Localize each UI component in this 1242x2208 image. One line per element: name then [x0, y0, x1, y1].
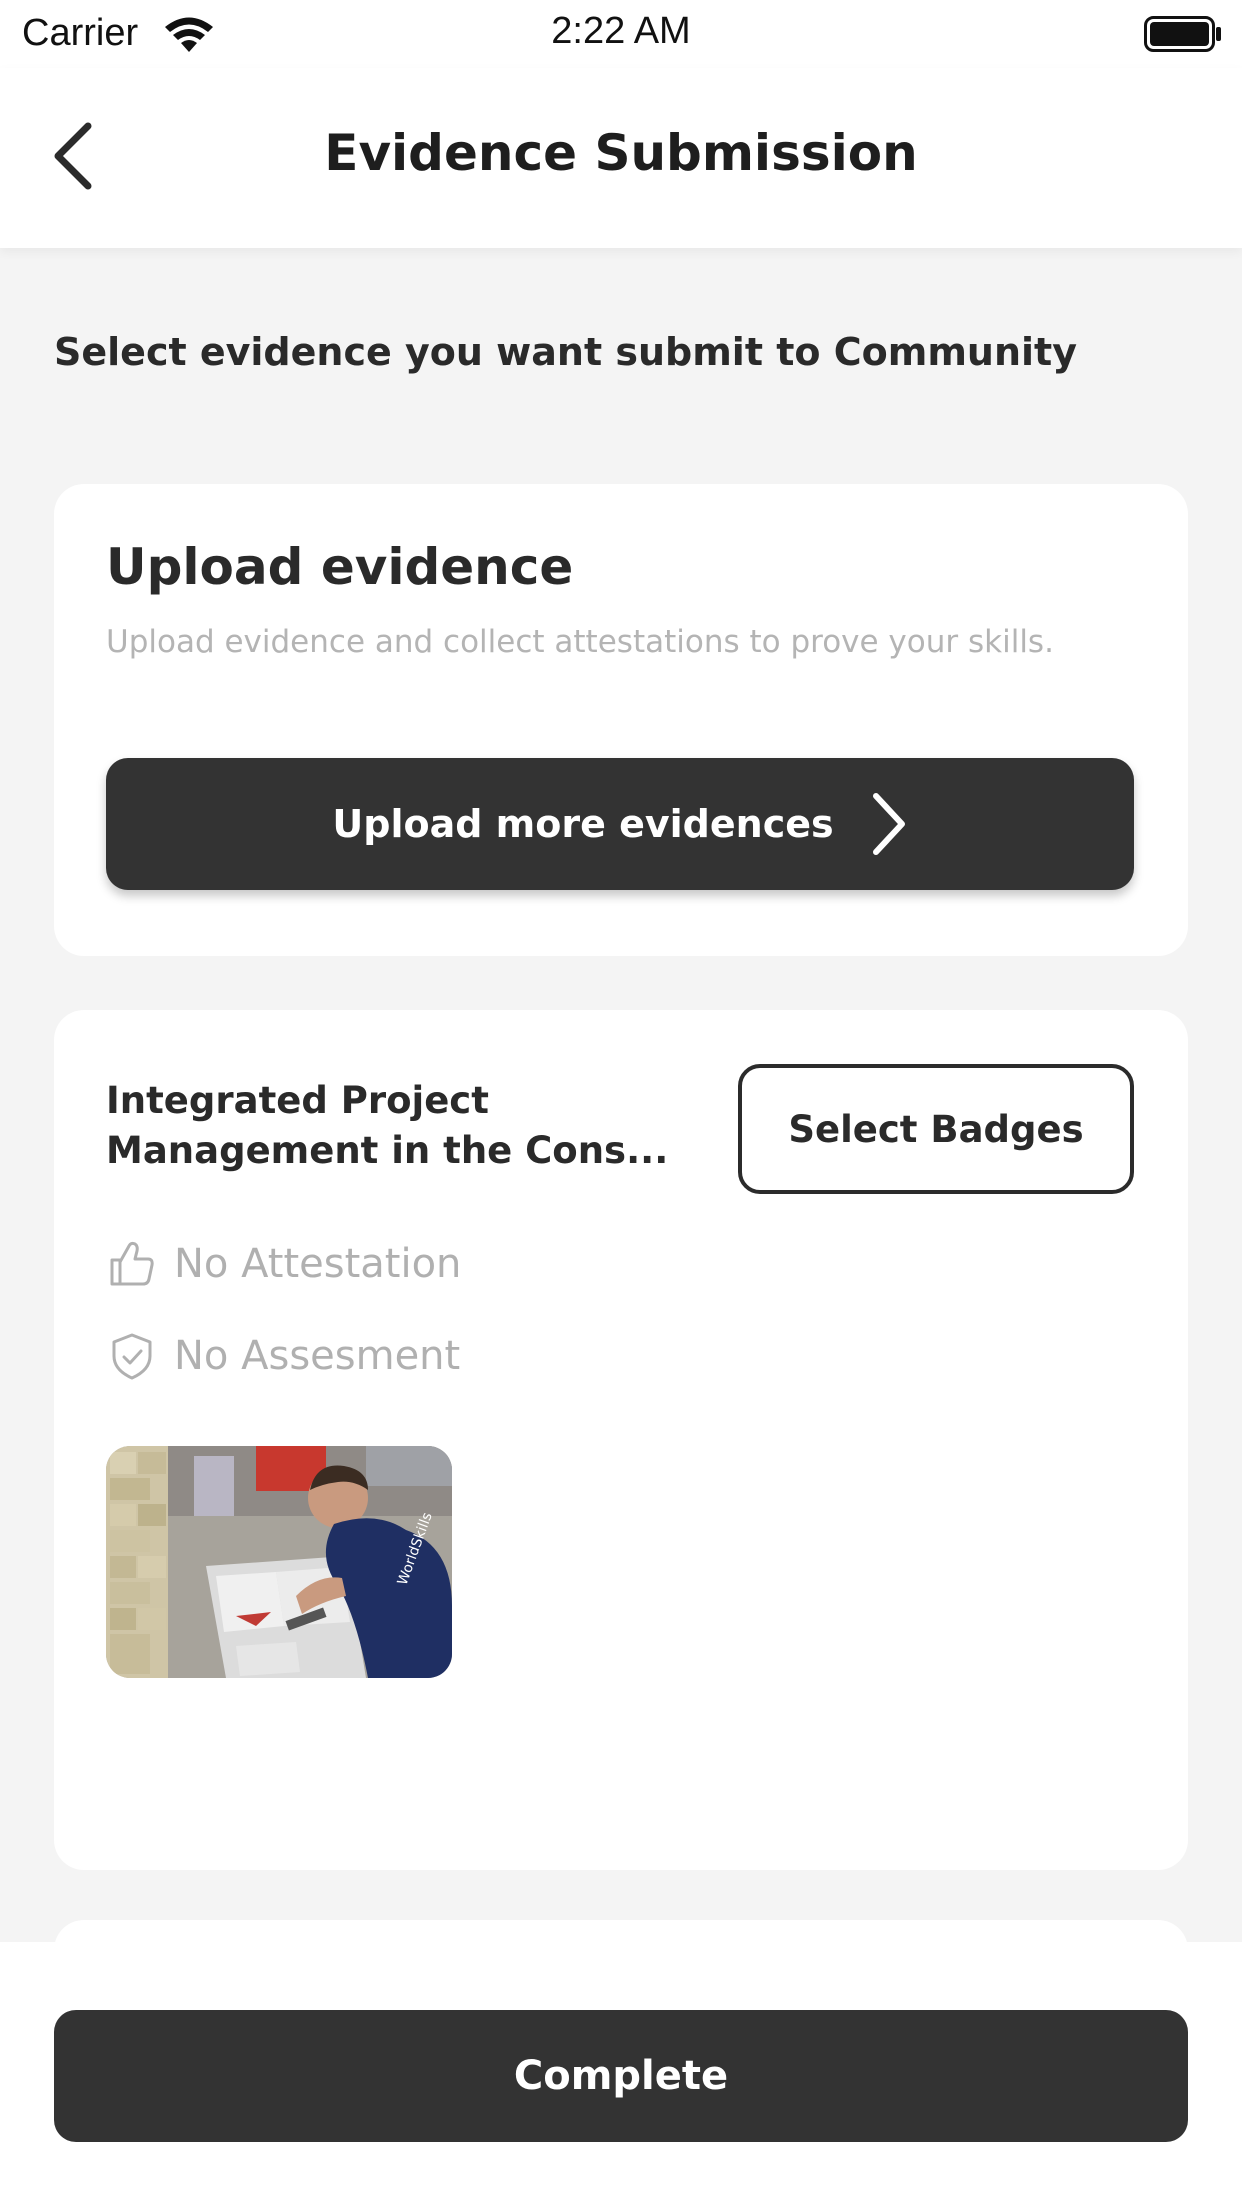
upload-button-label: Upload more evidences [332, 802, 834, 846]
upload-card-description: Upload evidence and collect attestations… [106, 624, 1054, 660]
upload-evidence-card: Upload evidence Upload evidence and coll… [54, 484, 1188, 956]
evidence-thumbnail[interactable]: WorldSkills [106, 1446, 452, 1678]
assessment-status: No Assesment [174, 1333, 461, 1379]
evidence-title: Integrated Project Management in the Con… [106, 1079, 669, 1172]
evidence-submission-screen: Carrier 2:22 AM Evidence Submission Sele… [0, 0, 1242, 2208]
status-bar: Carrier 2:22 AM [0, 0, 1242, 68]
bottom-action-bar: Complete [0, 1942, 1242, 2208]
attestation-status-row: No Attestation [106, 1238, 461, 1290]
evidence-photo: WorldSkills [106, 1446, 452, 1678]
page-title: Evidence Submission [324, 124, 918, 182]
battery-icon [1144, 16, 1221, 52]
thumbs-up-icon [110, 1241, 154, 1286]
complete-button[interactable]: Complete [54, 2010, 1188, 2142]
assessment-status-row: No Assesment [106, 1330, 460, 1382]
upload-card-title: Upload evidence [106, 538, 574, 596]
upload-more-evidences-button[interactable]: Upload more evidences [106, 758, 1134, 890]
shield-check-icon [112, 1333, 152, 1380]
instruction-text: Select evidence you want submit to Commu… [54, 330, 1077, 374]
select-badges-label: Select Badges [788, 1107, 1084, 1151]
clock: 2:22 AM [551, 10, 691, 52]
chevron-right-icon [872, 793, 905, 855]
select-badges-button[interactable]: Select Badges [738, 1064, 1134, 1194]
attestation-status: No Attestation [174, 1241, 462, 1287]
evidence-item-card[interactable]: Integrated Project Management in the Con… [54, 1010, 1188, 1870]
nav-bar: Evidence Submission [0, 68, 1242, 248]
complete-button-label: Complete [513, 2053, 729, 2099]
